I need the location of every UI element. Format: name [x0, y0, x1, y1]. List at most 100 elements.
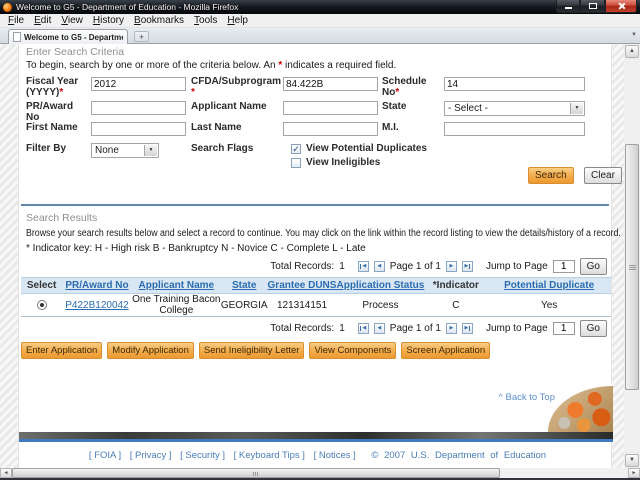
scroll-right-button[interactable]: ►: [628, 468, 640, 478]
menu-bookmarks[interactable]: Bookmarks: [129, 14, 189, 27]
privacy-link[interactable]: [ Privacy ]: [130, 450, 172, 461]
header-potential-duplicate[interactable]: Potential Duplicate: [487, 277, 611, 294]
enter-application-button[interactable]: Enter Application: [21, 342, 103, 359]
applicant-name-input[interactable]: [283, 101, 378, 115]
last-page-button[interactable]: ▶: [461, 261, 473, 272]
row-status-cell: Process: [336, 293, 425, 317]
horizontal-scrollbar[interactable]: ◄ ►: [0, 468, 640, 478]
maximize-button[interactable]: [580, 0, 605, 13]
page-viewport: Enter Search Criteria To begin, search b…: [0, 44, 640, 468]
pr-award-link[interactable]: P422B120042: [65, 300, 128, 311]
keyboard-tips-link[interactable]: [ Keyboard Tips ]: [234, 450, 305, 461]
header-pr-award-no[interactable]: PR/Award No: [62, 277, 132, 294]
view-potential-duplicates-label: View Potential Duplicates: [306, 143, 427, 154]
page-indicator: Page 1 of 1: [389, 261, 441, 272]
minimize-button[interactable]: [556, 0, 580, 13]
page-content: Enter Search Criteria To begin, search b…: [18, 44, 622, 468]
go-button[interactable]: Go: [579, 320, 607, 337]
menu-view[interactable]: View: [56, 14, 88, 27]
list-all-tabs-button[interactable]: ▼: [631, 32, 637, 38]
modify-application-button[interactable]: Modify Application: [107, 342, 194, 359]
screen-application-button[interactable]: Screen Application: [401, 342, 491, 359]
menu-help[interactable]: Help: [222, 14, 253, 27]
search-results-description: Browse your search results below and sel…: [26, 228, 621, 239]
foia-link[interactable]: [ FOIA ]: [89, 450, 121, 461]
send-ineligibility-letter-button[interactable]: Send Ineligibility Letter: [198, 342, 305, 359]
notices-link[interactable]: [ Notices ]: [314, 450, 356, 461]
jump-to-page-input[interactable]: [552, 322, 575, 335]
view-components-button[interactable]: View Components: [309, 342, 397, 359]
next-page-button[interactable]: ▶: [445, 261, 457, 272]
search-criteria-instructions: To begin, search by one or more of the c…: [26, 60, 396, 71]
tab-bar: Welcome to G5 - Department of Edu... + ▼: [0, 28, 640, 44]
header-applicant-name[interactable]: Applicant Name: [131, 277, 221, 294]
menu-file[interactable]: File: [3, 14, 29, 27]
new-tab-button[interactable]: +: [134, 31, 149, 42]
tab-welcome-g5[interactable]: Welcome to G5 - Department of Edu...: [8, 29, 128, 44]
next-page-icon: ▶: [449, 263, 454, 269]
view-potential-duplicates-row: ✓ View Potential Duplicates: [291, 143, 427, 154]
header-application-status[interactable]: Application Status: [336, 277, 425, 294]
search-button[interactable]: Search: [528, 167, 574, 184]
instructions-text-suffix: indicates a required field.: [282, 60, 397, 71]
action-buttons-row: Enter Application Modify Application Sen…: [21, 342, 491, 359]
go-button[interactable]: Go: [579, 258, 607, 275]
close-button[interactable]: [605, 0, 637, 13]
row-state-cell: GEORGIA: [220, 293, 268, 317]
cfda-subprogram-label: CFDA/Subprogram *: [191, 76, 281, 98]
applicant-name-label: Applicant Name: [191, 101, 267, 112]
view-ineligibles-checkbox[interactable]: [291, 157, 301, 168]
last-name-input[interactable]: [283, 122, 378, 136]
fiscal-year-input[interactable]: [91, 77, 186, 91]
first-page-button[interactable]: ◀: [357, 323, 369, 334]
chevron-down-icon[interactable]: ▼: [144, 145, 157, 156]
first-name-input[interactable]: [91, 122, 186, 136]
vertical-scrollbar[interactable]: ▲ ▼: [624, 44, 640, 468]
header-grantee-duns[interactable]: Grantee DUNS: [267, 277, 337, 294]
chevron-down-icon[interactable]: ▼: [570, 103, 583, 114]
instructions-text: To begin, search by one or more of the c…: [26, 60, 279, 71]
first-page-button[interactable]: ◀: [357, 261, 369, 272]
pr-award-no-input[interactable]: [91, 101, 186, 115]
menu-edit[interactable]: Edit: [29, 14, 56, 27]
firefox-icon: [3, 2, 12, 12]
row-select-cell: [21, 293, 63, 317]
close-icon: [617, 2, 625, 10]
view-potential-duplicates-checkbox[interactable]: ✓: [291, 143, 301, 154]
previous-page-button[interactable]: ◀: [373, 323, 385, 334]
title-bar: Welcome to G5 - Department of Education …: [0, 0, 640, 14]
total-records-value: 1: [339, 261, 345, 272]
minimize-icon: [564, 7, 572, 9]
scroll-left-button[interactable]: ◄: [0, 468, 12, 478]
last-page-button[interactable]: ▶: [461, 323, 473, 334]
menu-tools[interactable]: Tools: [189, 14, 222, 27]
total-records-label: Total Records:: [270, 323, 335, 334]
horizontal-scrollbar-thumb[interactable]: [12, 468, 500, 478]
jump-to-page-input[interactable]: [552, 260, 575, 273]
next-page-button[interactable]: ▶: [445, 323, 457, 334]
header-state[interactable]: State: [220, 277, 268, 294]
security-link[interactable]: [ Security ]: [180, 450, 225, 461]
filter-by-select[interactable]: None ▼: [91, 143, 159, 158]
previous-page-button[interactable]: ◀: [373, 261, 385, 272]
vertical-scrollbar-thumb[interactable]: [625, 144, 639, 390]
back-to-top-link[interactable]: ^ Back to Top: [498, 392, 555, 403]
cfda-subprogram-input[interactable]: [283, 77, 378, 91]
filter-by-select-value: None: [95, 145, 119, 156]
copyright-text: © 2007 U.S. Department of Education: [371, 450, 547, 461]
clear-button[interactable]: Clear: [584, 167, 622, 184]
row-radio-button[interactable]: [36, 299, 47, 310]
next-page-icon: ▶: [449, 325, 454, 331]
row-applicant-cell: One Training Bacon College: [131, 293, 221, 317]
state-select[interactable]: - Select - ▼: [444, 101, 585, 116]
row-potential-duplicate-cell: Yes: [487, 293, 611, 317]
total-records-value: 1: [339, 323, 345, 334]
schedule-no-input[interactable]: [444, 77, 585, 91]
scroll-up-button[interactable]: ▲: [625, 45, 639, 58]
scroll-down-button[interactable]: ▼: [625, 454, 639, 467]
state-label: State: [382, 101, 407, 112]
form-row-3: First Name Last Name M.I.: [19, 122, 613, 142]
menu-history[interactable]: History: [88, 14, 129, 27]
page-icon: [13, 32, 21, 42]
mi-input[interactable]: [444, 122, 585, 136]
